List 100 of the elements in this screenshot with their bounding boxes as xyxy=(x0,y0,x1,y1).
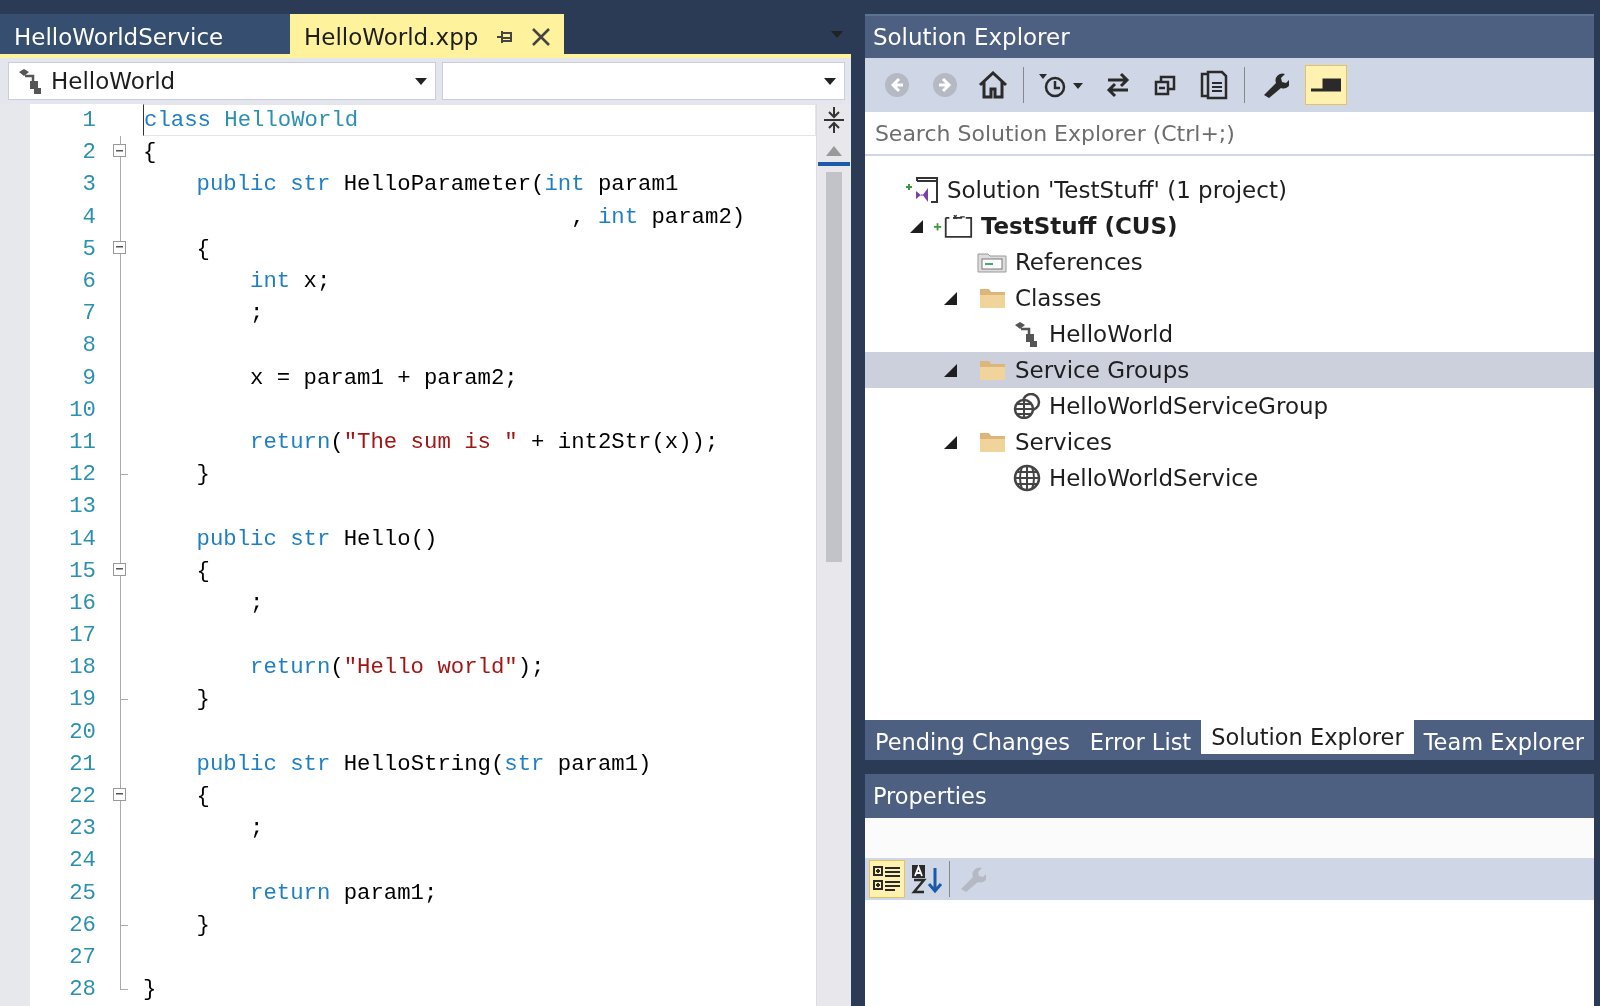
tree-item-label: Solution 'TestStuff' (1 project) xyxy=(946,177,1287,203)
line-number: 27 xyxy=(68,943,97,970)
tree-item[interactable]: Classes xyxy=(864,280,1594,316)
collapse-toggle-icon[interactable] xyxy=(113,787,126,801)
tree-item-label: HelloWorld xyxy=(1048,321,1174,347)
vertical-scrollbar[interactable] xyxy=(815,104,851,1006)
panel-tab[interactable]: Team Explorer xyxy=(1413,720,1594,760)
line-number: 13 xyxy=(68,493,97,520)
collapse-toggle-icon[interactable] xyxy=(113,144,126,158)
line-number: 12 xyxy=(68,461,97,488)
line-number: 26 xyxy=(68,911,97,938)
scrollbar-thumb[interactable] xyxy=(825,172,842,562)
line-number: 21 xyxy=(68,750,97,777)
tree-item[interactable]: References xyxy=(864,244,1594,280)
line-number: 14 xyxy=(68,525,97,552)
line-number: 6 xyxy=(81,268,97,295)
expanded-arrow-icon[interactable] xyxy=(944,435,958,449)
categorized-list-icon xyxy=(871,864,902,894)
code-line: } xyxy=(143,976,157,1003)
pin-icon[interactable] xyxy=(496,29,515,45)
tree-item[interactable]: TestStuff (CUS) xyxy=(864,208,1594,244)
solution-icon xyxy=(904,177,939,203)
code-line: public str HelloParameter(int param1 xyxy=(195,171,679,198)
collapse-toggle-icon[interactable] xyxy=(113,562,126,576)
line-number: 9 xyxy=(81,364,97,391)
split-handle-icon[interactable] xyxy=(821,106,846,134)
tree-item[interactable]: Solution 'TestStuff' (1 project) xyxy=(864,172,1594,208)
sync-arrows-icon xyxy=(1104,72,1131,98)
line-number: 20 xyxy=(68,718,97,745)
tree-item-label: Services xyxy=(1014,429,1112,455)
code-line: public str HelloString(str param1) xyxy=(195,750,652,777)
globe-icon xyxy=(1012,464,1041,492)
tree-item-label: Service Groups xyxy=(1014,357,1190,383)
tree-item-label: TestStuff (CUS) xyxy=(980,213,1178,239)
code-line: } xyxy=(195,461,210,488)
search-field[interactable]: Search Solution Explorer (Ctrl+;) xyxy=(864,112,1594,156)
line-number: 10 xyxy=(68,396,97,423)
code-line: x = param1 + param2; xyxy=(249,364,518,391)
code-line: , int param2) xyxy=(570,203,746,230)
line-number: 3 xyxy=(81,171,97,198)
folder-icon xyxy=(978,359,1007,381)
panel-title: Properties xyxy=(864,774,1594,818)
line-number: 5 xyxy=(81,235,97,262)
toolbar-button[interactable] xyxy=(1304,65,1347,105)
globe-stack-icon xyxy=(1012,393,1041,419)
references-icon xyxy=(976,250,1007,274)
panel-tab[interactable]: Pending Changes xyxy=(864,720,1080,760)
editor-tab[interactable]: HelloWorldService xyxy=(0,14,290,54)
code-line: } xyxy=(195,911,210,938)
panel-tab[interactable]: Error List xyxy=(1079,720,1202,760)
preview-toggle-icon xyxy=(1310,78,1341,92)
line-number: 8 xyxy=(81,332,97,359)
line-number: 23 xyxy=(68,815,97,842)
line-number: 7 xyxy=(81,300,97,327)
expanded-arrow-icon[interactable] xyxy=(910,219,924,233)
tree-item[interactable]: HelloWorldService xyxy=(864,460,1594,496)
line-number: 22 xyxy=(68,783,97,810)
project-icon xyxy=(932,213,973,239)
home-icon xyxy=(977,71,1008,99)
tree-item-label: References xyxy=(1014,249,1143,275)
line-number: 2 xyxy=(81,139,97,166)
code-line: ; xyxy=(249,589,264,616)
close-icon[interactable] xyxy=(532,28,551,46)
code-line: return("Hello world"); xyxy=(249,654,545,681)
code-line: int x; xyxy=(249,268,331,295)
line-number: 17 xyxy=(68,622,97,649)
line-number: 1 xyxy=(81,107,97,134)
code-line: return("The sum is " + int2Str(x)); xyxy=(249,428,719,455)
line-number: 15 xyxy=(68,557,97,584)
panel-tab[interactable]: Solution Explorer xyxy=(1201,720,1414,754)
tree-item[interactable]: Services xyxy=(864,424,1594,460)
folder-icon xyxy=(978,431,1007,453)
tab-list-caret-icon xyxy=(830,30,843,38)
documents-icon xyxy=(1198,70,1229,100)
line-number: 28 xyxy=(68,976,97,1003)
code-line: { xyxy=(195,557,210,584)
code-line: } xyxy=(195,686,210,713)
code-line: { xyxy=(195,235,210,262)
sort-az-icon xyxy=(910,864,943,894)
toolbar-button[interactable] xyxy=(868,860,905,898)
member-dropdown[interactable]: HelloWorld xyxy=(8,62,436,100)
line-number: 25 xyxy=(68,879,97,906)
tree-item-label: HelloWorldService xyxy=(1048,465,1259,491)
code-line: return param1; xyxy=(249,879,438,906)
code-line: public str Hello() xyxy=(195,525,438,552)
tree-item-label: HelloWorldServiceGroup xyxy=(1048,393,1329,419)
code-line: { xyxy=(195,783,210,810)
expanded-arrow-icon[interactable] xyxy=(944,291,958,305)
code-line: ; xyxy=(249,815,264,842)
tree-item[interactable]: HelloWorld xyxy=(864,316,1594,352)
tree-item[interactable]: HelloWorldServiceGroup xyxy=(864,388,1594,424)
editor-tab[interactable]: HelloWorld.xpp xyxy=(290,14,565,54)
caret-icon xyxy=(823,77,836,85)
code-line: class HelloWorld xyxy=(144,107,359,134)
tree-item[interactable]: Service Groups xyxy=(864,352,1594,388)
folder-icon xyxy=(978,287,1007,309)
expanded-arrow-icon[interactable] xyxy=(944,363,958,377)
collapse-toggle-icon[interactable] xyxy=(113,240,126,254)
line-number: 24 xyxy=(68,847,97,874)
caret-icon xyxy=(415,77,427,85)
